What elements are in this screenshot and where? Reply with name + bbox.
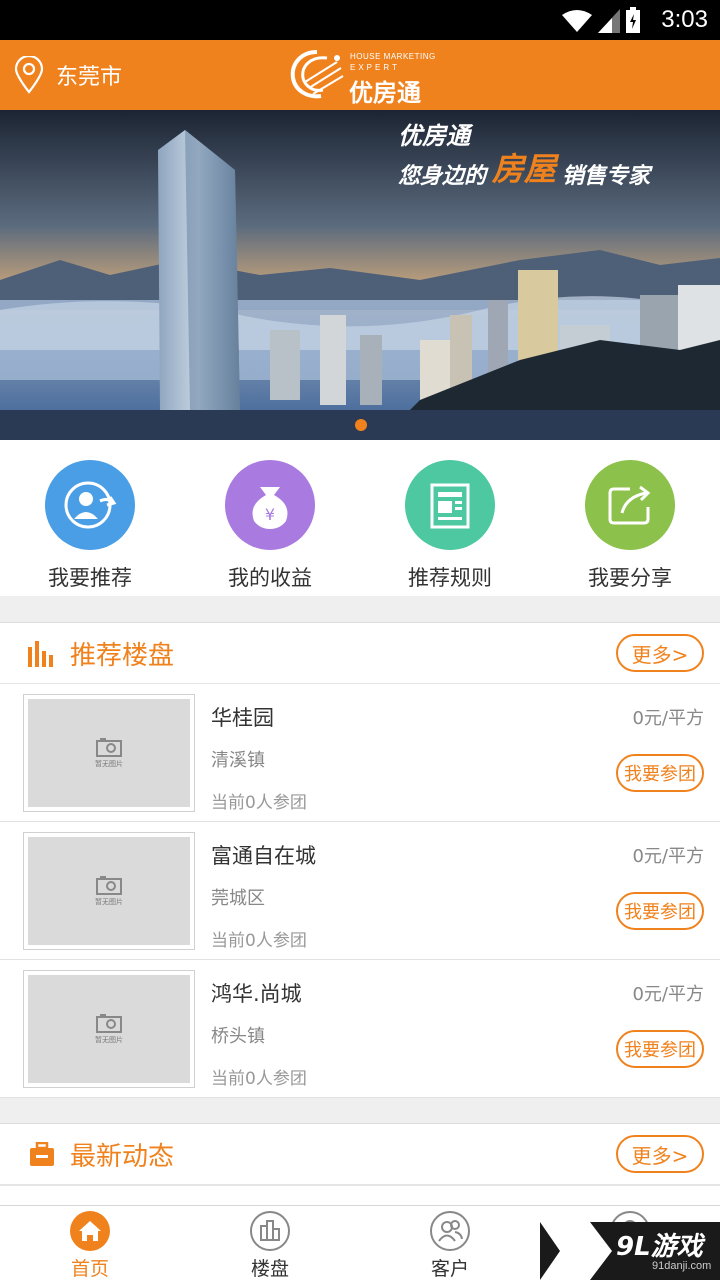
svg-text:¥: ¥ <box>265 505 275 524</box>
camera-icon <box>96 1014 122 1033</box>
logo-english-line1: HOUSE MARKETING <box>350 52 436 61</box>
image-placeholder: 暂无图片 <box>28 837 190 945</box>
city-label: 东莞市 <box>56 65 123 90</box>
property-thumbnail: 暂无图片 <box>23 832 195 950</box>
property-price: 0元/平方 <box>632 846 704 867</box>
menu-item-earnings[interactable]: ¥ 我的收益 <box>180 460 360 592</box>
logo-chinese-name: 优房通 <box>349 79 421 107</box>
watermark-arrow-icon <box>540 1222 612 1280</box>
property-name: 华桂园 <box>211 706 274 730</box>
tab-home[interactable]: 首页 <box>0 1210 180 1280</box>
app-header: 东莞市 HOUSE MARKETING EXPERT 优房通 <box>0 40 720 110</box>
news-list-peek <box>0 1185 720 1205</box>
join-group-button[interactable]: 我要参团 <box>616 754 704 792</box>
buildings-icon <box>250 1211 290 1251</box>
watermark-main-text: 9L游戏 <box>616 1232 703 1262</box>
banner-page-indicator[interactable] <box>355 419 367 431</box>
person-share-icon <box>45 460 135 550</box>
placeholder-text: 暂无图片 <box>95 1036 123 1044</box>
status-bar: 3:03 <box>0 0 720 40</box>
signal-icon <box>598 9 620 33</box>
join-group-button[interactable]: 我要参团 <box>616 1030 704 1068</box>
list-item[interactable]: 暂无图片 富通自在城 莞城区 当前0人参团 0元/平方 我要参团 <box>0 822 720 960</box>
placeholder-text: 暂无图片 <box>95 760 123 768</box>
banner-slogan: 您身边的 房屋 销售专家 <box>398 144 650 190</box>
news-more-button[interactable]: 更多> <box>616 1135 704 1173</box>
list-item[interactable]: 暂无图片 鸿华.尚城 桥头镇 当前0人参团 0元/平方 我要参团 <box>0 960 720 1098</box>
menu-item-earnings-label: 我的收益 <box>228 566 312 590</box>
camera-icon <box>96 738 122 757</box>
menu-item-share[interactable]: 我要分享 <box>540 460 720 592</box>
share-icon <box>585 460 675 550</box>
tab-home-label: 首页 <box>70 1258 109 1280</box>
property-thumbnail: 暂无图片 <box>23 970 195 1088</box>
property-area: 桥头镇 <box>211 1026 265 1047</box>
city-selector[interactable]: 东莞市 <box>14 56 122 94</box>
status-time: 3:03 <box>661 6 708 33</box>
briefcase-icon <box>30 1142 54 1166</box>
banner-slogan-highlight: 房屋 <box>492 150 557 188</box>
tab-buildings[interactable]: 楼盘 <box>180 1210 360 1280</box>
menu-item-rules-label: 推荐规则 <box>408 566 492 590</box>
property-group-count: 当前0人参团 <box>211 793 307 813</box>
quick-menu: 我要推荐 ¥ 我的收益 推荐规则 我要分享 <box>0 440 720 596</box>
bar-chart-icon <box>28 641 53 667</box>
banner-slogan-suffix: 销售专家 <box>562 164 651 189</box>
battery-icon <box>626 7 640 33</box>
menu-item-share-label: 我要分享 <box>588 566 672 590</box>
money-bag-icon: ¥ <box>225 460 315 550</box>
property-name: 鸿华.尚城 <box>211 982 302 1006</box>
banner-slogan-prefix: 您身边的 <box>398 164 487 189</box>
property-price: 0元/平方 <box>632 708 704 729</box>
tab-customers-label: 客户 <box>430 1258 469 1280</box>
property-area: 莞城区 <box>211 888 265 909</box>
home-icon <box>70 1211 110 1251</box>
menu-item-recommend-label: 我要推荐 <box>48 566 132 590</box>
menu-item-recommend[interactable]: 我要推荐 <box>0 460 180 592</box>
placeholder-text: 暂无图片 <box>95 898 123 906</box>
location-pin-icon <box>14 56 44 94</box>
app-logo: HOUSE MARKETING EXPERT 优房通 <box>287 48 447 107</box>
logo-english-line2: EXPERT <box>350 63 400 72</box>
status-icons <box>562 7 640 33</box>
recommended-title: 推荐楼盘 <box>70 641 175 671</box>
property-price: 0元/平方 <box>632 984 704 1005</box>
news-title: 最新动态 <box>70 1142 175 1172</box>
image-placeholder: 暂无图片 <box>28 699 190 807</box>
document-icon <box>405 460 495 550</box>
logo-mark-icon <box>290 50 344 99</box>
menu-item-rules[interactable]: 推荐规则 <box>360 460 540 592</box>
site-watermark: 9L游戏 91danji.com <box>540 1222 720 1280</box>
watermark-url: 91danji.com <box>652 1260 712 1272</box>
tab-buildings-label: 楼盘 <box>250 1258 289 1280</box>
wifi-icon <box>562 10 592 32</box>
join-group-button[interactable]: 我要参团 <box>616 892 704 930</box>
promo-banner[interactable]: 优房通 您身边的 房屋 销售专家 <box>0 110 720 440</box>
property-name: 富通自在城 <box>211 844 316 868</box>
property-area: 清溪镇 <box>211 750 265 771</box>
property-thumbnail: 暂无图片 <box>23 694 195 812</box>
news-section-header: 最新动态 更多> <box>0 1123 720 1185</box>
list-item[interactable]: 暂无图片 华桂园 清溪镇 当前0人参团 0元/平方 我要参团 <box>0 684 720 822</box>
tab-customers[interactable]: 客户 <box>360 1210 540 1280</box>
recommended-section-header: 推荐楼盘 更多> <box>0 622 720 684</box>
property-group-count: 当前0人参团 <box>211 1069 307 1089</box>
customers-icon <box>430 1211 470 1251</box>
property-list: 暂无图片 华桂园 清溪镇 当前0人参团 0元/平方 我要参团 暂无图片 富通自在… <box>0 684 720 1098</box>
image-placeholder: 暂无图片 <box>28 975 190 1083</box>
property-group-count: 当前0人参团 <box>211 931 307 951</box>
recommended-more-button[interactable]: 更多> <box>616 634 704 672</box>
camera-icon <box>96 876 122 895</box>
